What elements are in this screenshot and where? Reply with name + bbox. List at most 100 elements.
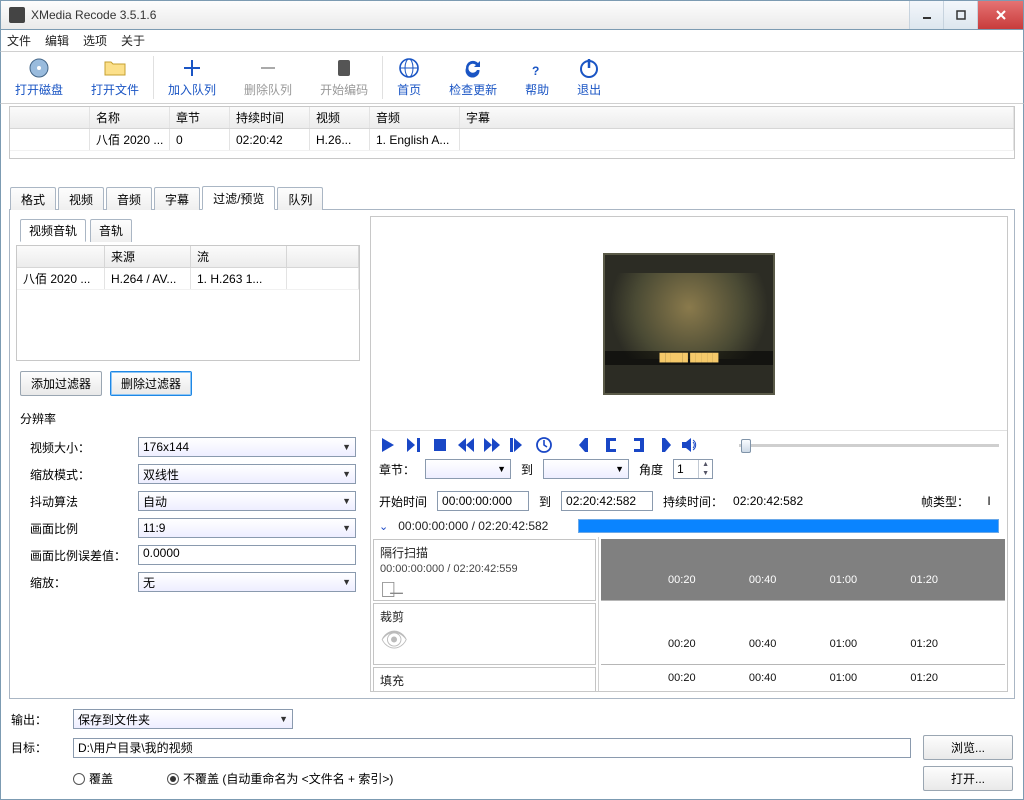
col-stream[interactable]: 流	[191, 246, 287, 267]
seek-bar[interactable]	[578, 519, 999, 533]
chapter-from-select[interactable]: ▼	[425, 459, 511, 479]
minus-icon	[258, 57, 278, 79]
angle-spinner[interactable]: 1▲▼	[673, 459, 713, 479]
zoom-select[interactable]: 无▼	[138, 572, 356, 592]
chevron-down-icon: ▼	[342, 469, 351, 479]
clock-icon[interactable]	[535, 437, 553, 453]
timeline-fill[interactable]: 00:20 00:40 01:00 01:20	[601, 667, 1005, 691]
no-overwrite-radio[interactable]: 不覆盖 (自动重命名为 <文件名 + 索引>)	[167, 770, 393, 787]
next-button[interactable]	[405, 437, 423, 453]
chevron-down-icon: ▼	[342, 496, 351, 506]
window-title: XMedia Recode 3.5.1.6	[31, 8, 909, 22]
start-time-input[interactable]: 00:00:00:000	[437, 491, 529, 511]
refresh-icon	[462, 57, 484, 79]
toolbar-home[interactable]: 首页	[383, 52, 435, 103]
mark-out-button[interactable]	[629, 437, 647, 453]
target-path-input[interactable]: D:\用户目录\我的视频	[73, 738, 911, 758]
step-back-button[interactable]	[457, 437, 475, 453]
svg-text:?: ?	[532, 64, 539, 78]
tab-queue[interactable]: 队列	[277, 187, 323, 210]
chevron-down-icon: ▼	[342, 442, 351, 452]
file-row[interactable]: 八佰 2020 ... 0 02:20:42 H.26... 1. Englis…	[10, 129, 1014, 151]
menu-file[interactable]: 文件	[7, 32, 31, 49]
col-duration[interactable]: 持续时间	[230, 107, 310, 128]
end-time-input[interactable]: 02:20:42:582	[561, 491, 653, 511]
video-size-select[interactable]: 176x144▼	[138, 437, 356, 457]
toolbar-start-encode[interactable]: 开始编码	[306, 52, 382, 103]
video-size-label: 视频大小：	[30, 439, 130, 456]
aspect-error-input[interactable]: 0.0000	[138, 545, 356, 565]
track-interlace[interactable]: 隔行扫描 00:00:00:000 / 02:20:42:559 👁̶	[373, 539, 596, 601]
toolbar-check-update[interactable]: 检查更新	[435, 52, 511, 103]
plus-icon	[182, 57, 202, 79]
minimize-button[interactable]	[909, 1, 943, 29]
tab-filter-preview[interactable]: 过滤/预览	[202, 186, 275, 210]
dither-select[interactable]: 自动▼	[138, 491, 356, 511]
menu-edit[interactable]: 编辑	[45, 32, 69, 49]
scale-mode-select[interactable]: 双线性▼	[138, 464, 356, 484]
step-fwd-button[interactable]	[483, 437, 501, 453]
remove-filter-button[interactable]: 删除过滤器	[110, 371, 192, 396]
aspect-error-label: 画面比例误差值：	[30, 547, 130, 564]
menu-about[interactable]: 关于	[121, 32, 145, 49]
app-icon	[9, 7, 25, 23]
track-fill[interactable]: 填充	[373, 667, 596, 691]
col-chapter[interactable]: 章节	[170, 107, 230, 128]
timeline-area[interactable]: 00:20 00:40 01:00 01:20 00:20 00:40 01:0…	[599, 537, 1007, 691]
source-grid[interactable]: 来源 流 八佰 2020 ... H.264 / AV... 1. H.263 …	[16, 245, 360, 361]
toolbar: 打开磁盘 打开文件 加入队列 删除队列 开始编码 首页 检查更新 ? 帮助 退出	[0, 52, 1024, 104]
maximize-button[interactable]	[943, 1, 977, 29]
col-video[interactable]: 视频	[310, 107, 370, 128]
tab-subtitle[interactable]: 字幕	[154, 187, 200, 210]
seek-collapse-icon[interactable]: ⌄	[379, 520, 388, 533]
open-button[interactable]: 打开...	[923, 766, 1013, 791]
add-filter-button[interactable]: 添加过滤器	[20, 371, 102, 396]
main-tabstrip: 格式 视频 音频 字幕 过滤/预览 队列	[9, 187, 1015, 209]
mark-in-set-button[interactable]	[577, 437, 595, 453]
tab-audio[interactable]: 音频	[106, 187, 152, 210]
source-row[interactable]: 八佰 2020 ... H.264 / AV... 1. H.263 1...	[17, 268, 359, 290]
eye-icon[interactable]: 👁	[380, 629, 589, 651]
close-button[interactable]	[977, 1, 1023, 29]
end-to-label: 到	[539, 493, 551, 510]
play-button[interactable]	[379, 437, 397, 453]
menu-options[interactable]: 选项	[83, 32, 107, 49]
globe-icon	[398, 57, 420, 79]
col-subtitle[interactable]: 字幕	[460, 107, 1014, 128]
player-controls	[379, 437, 699, 453]
col-source[interactable]: 来源	[105, 246, 191, 267]
file-list[interactable]: 名称 章节 持续时间 视频 音频 字幕 八佰 2020 ... 0 02:20:…	[9, 106, 1015, 159]
output-label: 输出：	[11, 711, 61, 728]
toolbar-add-queue[interactable]: 加入队列	[154, 52, 230, 103]
chevron-down-icon: ▼	[342, 523, 351, 533]
mark-in-button[interactable]	[603, 437, 621, 453]
subtab-video-track[interactable]: 视频音轨	[20, 219, 86, 242]
timeline-crop[interactable]: 00:20 00:40 01:00 01:20	[601, 603, 1005, 665]
toolbar-remove-queue[interactable]: 删除队列	[230, 52, 306, 103]
timeline-interlace[interactable]: 00:20 00:40 01:00 01:20	[601, 539, 1005, 601]
toolbar-open-disc[interactable]: 打开磁盘	[1, 52, 77, 103]
browse-button[interactable]: 浏览...	[923, 735, 1013, 760]
eye-off-icon[interactable]: 👁̶	[380, 579, 589, 601]
toolbar-exit[interactable]: 退出	[563, 52, 615, 103]
frametype-label: 帧类型：	[921, 493, 969, 510]
track-crop[interactable]: 裁剪 👁	[373, 603, 596, 665]
chapter-to-select[interactable]: ▼	[543, 459, 629, 479]
subtab-audio-track[interactable]: 音轨	[90, 219, 132, 242]
overwrite-radio[interactable]: 覆盖	[73, 770, 113, 787]
tab-format[interactable]: 格式	[10, 187, 56, 210]
frame-step-button[interactable]	[509, 437, 527, 453]
tab-video[interactable]: 视频	[58, 187, 104, 210]
volume-icon[interactable]	[681, 437, 699, 453]
aspect-ratio-select[interactable]: 11:9▼	[138, 518, 356, 538]
toolbar-help[interactable]: ? 帮助	[511, 52, 563, 103]
mark-out-set-button[interactable]	[655, 437, 673, 453]
zoom-label: 缩放：	[30, 574, 130, 591]
toolbar-open-file[interactable]: 打开文件	[77, 52, 153, 103]
col-audio[interactable]: 音频	[370, 107, 460, 128]
video-preview: █████ █████	[371, 217, 1007, 431]
col-name[interactable]: 名称	[90, 107, 170, 128]
output-mode-select[interactable]: 保存到文件夹▼	[73, 709, 293, 729]
volume-slider[interactable]	[739, 444, 999, 447]
stop-button[interactable]	[431, 437, 449, 453]
